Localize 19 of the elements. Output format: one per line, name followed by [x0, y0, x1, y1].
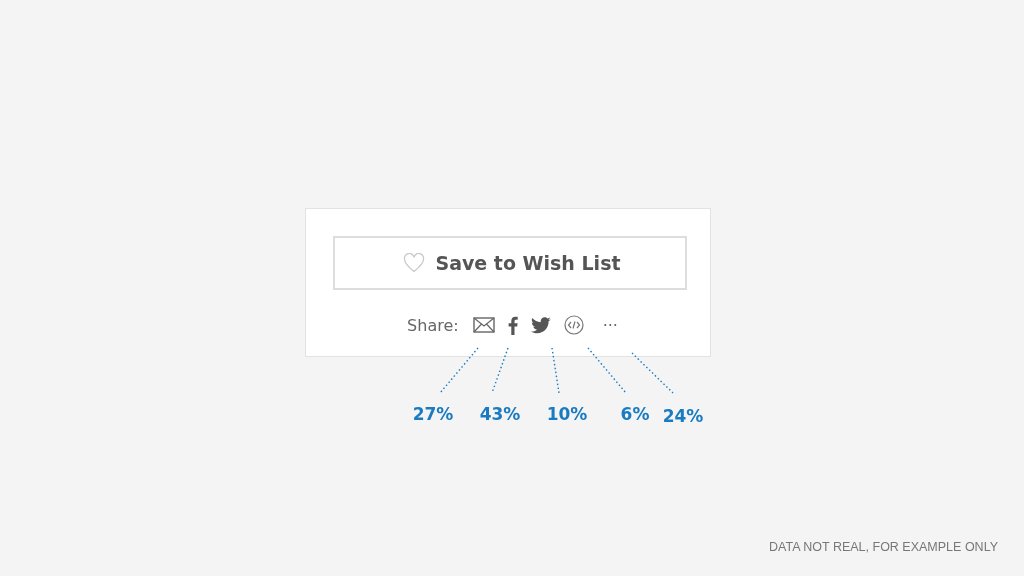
leader-line — [587, 347, 627, 394]
code-icon[interactable] — [563, 315, 584, 335]
facebook-icon[interactable] — [507, 315, 518, 335]
heart-icon — [403, 253, 426, 273]
leader-line — [551, 347, 560, 394]
disclaimer-text: DATA NOT REAL, FOR EXAMPLE ONLY — [769, 540, 998, 554]
leader-line — [491, 347, 509, 394]
leader-line — [631, 352, 674, 394]
percentage-label: 27% — [412, 404, 454, 424]
more-button[interactable]: ··· — [596, 315, 618, 335]
envelope-icon[interactable] — [472, 317, 495, 333]
percentage-label: 10% — [546, 404, 588, 424]
percentage-label: 24% — [662, 406, 704, 426]
percentage-label: 43% — [479, 404, 521, 424]
bird-icon[interactable] — [530, 316, 551, 334]
percentage-label: 6% — [620, 404, 650, 424]
share-label: Share: — [407, 315, 459, 335]
leader-line — [439, 347, 479, 394]
save-to-wish-list-button[interactable]: Save to Wish List — [333, 236, 687, 290]
